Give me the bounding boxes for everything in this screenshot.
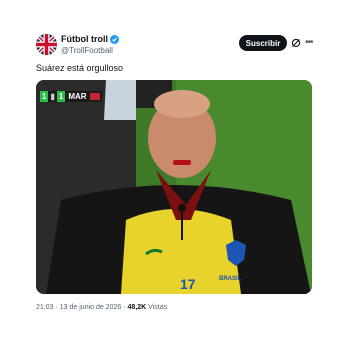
tweet-date[interactable]: 13 de junio de 2026 (60, 304, 122, 311)
tweet-media[interactable]: 1 ▮ 1 MAR 17 BRASIL (36, 80, 312, 294)
meta-separator-2: · (123, 304, 126, 311)
tweet-time[interactable]: 21:03 (36, 304, 54, 311)
scoreboard: 1 ▮ 1 MAR (40, 91, 102, 102)
verified-badge-icon (110, 34, 119, 44)
scoreboard-separator-icon: ▮ (50, 92, 55, 101)
home-score: 1 (40, 91, 49, 102)
shirt-number: 17 (180, 276, 196, 292)
author-name-row[interactable]: Fútbol troll (61, 34, 119, 44)
views-count: 48,2K (127, 304, 147, 311)
shirt-text: BRASIL (219, 276, 242, 282)
meta-separator: · (55, 304, 58, 311)
author-handle[interactable]: @TrollFootball (61, 46, 113, 55)
away-team: MAR (68, 92, 87, 101)
views-label: Vistas (148, 304, 168, 311)
away-score: 1 (56, 91, 66, 102)
author-name[interactable]: Fútbol troll (61, 34, 108, 44)
tweet-meta: 21:03 · 13 de junio de 2026 · 48,2K Vist… (36, 304, 167, 311)
tweet-text: Suárez está orgulloso (36, 63, 124, 73)
follow-button[interactable]: Suscribir (239, 35, 287, 51)
media-photo (36, 80, 312, 294)
away-flag-icon (89, 93, 100, 100)
avatar[interactable] (36, 34, 57, 55)
more-icon[interactable]: ••• (305, 37, 313, 48)
grok-icon[interactable] (291, 38, 301, 48)
